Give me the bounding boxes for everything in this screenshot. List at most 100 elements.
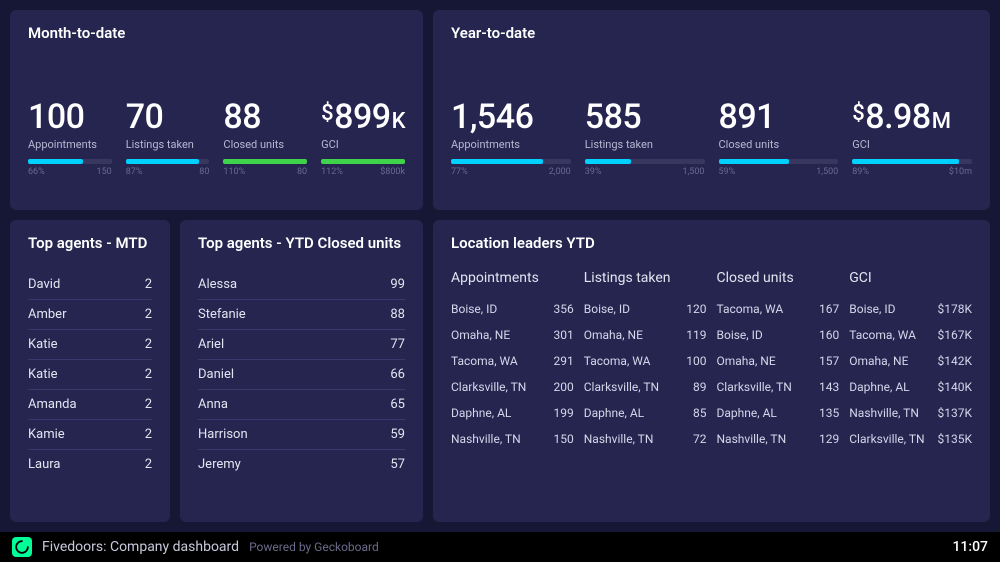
location-row: Nashville, TN129 (717, 426, 840, 452)
ytd-kpi-0: 1,546 Appointments 77%2,000 (451, 100, 585, 177)
location-column-title: Appointments (451, 270, 574, 286)
footer-bar: Fivedoors: Company dashboard Powered by … (0, 532, 1000, 562)
location-row: Daphne, AL85 (584, 400, 707, 426)
dashboard-title: Fivedoors: Company dashboard (42, 539, 239, 555)
mtd-title: Month-to-date (28, 24, 405, 42)
kpi-label: GCI (852, 138, 972, 151)
location-name: Nashville, TN (717, 432, 787, 446)
location-row: Clarksville, TN$135K (849, 426, 972, 452)
list-item-name: David (28, 277, 60, 292)
location-leaders-card: Location leaders YTD Appointments Boise, … (433, 220, 990, 522)
location-name: Daphne, AL (584, 406, 644, 420)
location-name: Tacoma, WA (451, 354, 518, 368)
list-item-value: 99 (390, 277, 405, 292)
location-value: $178K (937, 302, 972, 316)
kpi-label: Closed units (719, 138, 839, 151)
location-name: Daphne, AL (717, 406, 777, 420)
location-value: $142K (937, 354, 972, 368)
location-column: Closed units Tacoma, WA167 Boise, ID 160 Oma… (717, 270, 840, 452)
mtd-kpis: 100Appointments66%15070Listings taken87%… (28, 100, 405, 177)
location-column-title: Listings taken (584, 270, 707, 286)
top-agents-ytd-title: Top agents - YTD Closed units (198, 234, 405, 252)
list-item-value: 88 (390, 307, 405, 322)
kpi-progress-bar (223, 159, 307, 164)
list-item: Daniel66 (198, 360, 405, 390)
ytd-card: Year-to-date 1,546Appointments77%2,00058… (433, 10, 990, 210)
location-name: Tacoma, WA (717, 302, 784, 316)
location-row: Clarksville, TN200 (451, 374, 574, 400)
list-item-name: Katie (28, 337, 58, 352)
footer-clock: 11:07 (952, 539, 988, 555)
location-name: Omaha, NE (849, 354, 908, 368)
location-column-title: Closed units (717, 270, 840, 286)
top-agents-mtd-list: David2Amber2Katie2Katie2Amanda2Kamie2Lau… (28, 270, 152, 479)
location-row: Boise, ID 160 (717, 322, 840, 348)
location-name: Boise, ID (849, 302, 895, 316)
list-item-name: Anna (198, 397, 228, 412)
location-row: Tacoma, WA167 (717, 296, 840, 322)
list-item-value: 2 (145, 337, 152, 352)
kpi-progress-meta: 77%2,000 (451, 167, 571, 177)
ytd-kpis: 1,546Appointments77%2,000585Listings tak… (451, 100, 972, 177)
location-leaders-title: Location leaders YTD (451, 234, 972, 252)
kpi-progress-bar (585, 159, 705, 164)
location-row: Daphne, AL $140K (849, 374, 972, 400)
location-row: Omaha, NE157 (717, 348, 840, 374)
kpi-label: Appointments (451, 138, 571, 151)
kpi-value: $8.98M (852, 100, 972, 134)
list-item: Harrison59 (198, 420, 405, 450)
location-row: Omaha, NE $142K (849, 348, 972, 374)
kpi-value: 1,546 (451, 100, 571, 134)
location-value: 160 (819, 328, 839, 342)
location-row: Boise, ID $178K (849, 296, 972, 322)
location-name: Boise, ID (717, 328, 763, 342)
location-name: Tacoma, WA (584, 354, 651, 368)
list-item-value: 65 (390, 397, 405, 412)
location-value: 119 (686, 328, 706, 342)
top-agents-ytd-card: Top agents - YTD Closed units Alessa 99 St… (180, 220, 423, 522)
location-name: Omaha, NE (451, 328, 510, 342)
kpi-progress-bar (451, 159, 571, 164)
kpi-label: Appointments (28, 138, 112, 151)
kpi-label: Listings taken (585, 138, 705, 151)
location-value: 120 (686, 302, 706, 316)
location-name: Daphne, AL (849, 380, 909, 394)
location-name: Clarksville, TN (717, 380, 792, 394)
location-value: $167K (937, 328, 972, 342)
kpi-progress-bar (719, 159, 839, 164)
kpi-progress-meta: 66%150 (28, 167, 112, 177)
kpi-progress-meta: 89%$10m (852, 167, 972, 177)
kpi-value: 70 (126, 100, 210, 134)
location-value: 356 (554, 302, 574, 316)
list-item-value: 2 (145, 367, 152, 382)
kpi-progress-meta: 59%1,500 (719, 167, 839, 177)
list-item-name: Amanda (28, 397, 77, 412)
location-value: 135 (819, 406, 839, 420)
location-value: $140K (937, 380, 972, 394)
list-item-name: Laura (28, 457, 60, 472)
list-item: Stefanie 88 (198, 300, 405, 330)
location-row: Nashville, TN72 (584, 426, 707, 452)
top-agents-mtd-card: Top agents - MTD David2Amber2Katie2Katie… (10, 220, 170, 522)
list-item-name: Katie (28, 367, 58, 382)
brand-logo-icon (12, 537, 32, 557)
location-value: 143 (819, 380, 839, 394)
list-item-name: Stefanie (198, 307, 246, 322)
list-item: Amanda 2 (28, 390, 152, 420)
location-name: Nashville, TN (451, 432, 521, 446)
location-row: Omaha, NE119 (584, 322, 707, 348)
mtd-card: Month-to-date 100Appointments66%15070Lis… (10, 10, 423, 210)
location-value: 89 (693, 380, 707, 394)
location-value: 100 (686, 354, 706, 368)
list-item-value: 2 (145, 277, 152, 292)
list-item-name: Alessa (198, 277, 237, 292)
mtd-kpi-2: 88Closed units110%80 (223, 100, 321, 177)
location-row: Tacoma, WA 100 (584, 348, 707, 374)
kpi-progress-bar (321, 159, 405, 164)
location-name: Omaha, NE (717, 354, 776, 368)
location-row: Daphne, AL 135 (717, 400, 840, 426)
location-name: Nashville, TN (584, 432, 654, 446)
location-row: Clarksville, TN89 (584, 374, 707, 400)
list-item-value: 2 (145, 397, 152, 412)
list-item: Alessa 99 (198, 270, 405, 300)
